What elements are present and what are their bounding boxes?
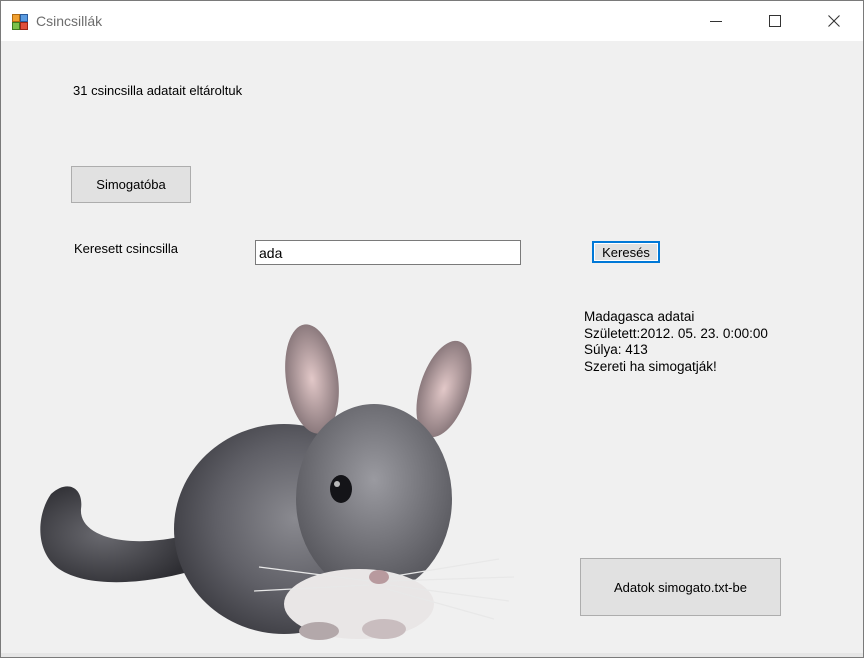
search-input[interactable] bbox=[255, 240, 521, 265]
title-bar[interactable]: Csincsillák bbox=[1, 1, 863, 41]
search-button[interactable]: Keresés bbox=[592, 241, 660, 263]
minimize-icon bbox=[710, 21, 722, 22]
status-label: 31 csincsilla adatait eltároltuk bbox=[73, 83, 243, 98]
result-note: Szereti ha simogatják! bbox=[584, 358, 717, 374]
windows-forms-app-icon bbox=[12, 14, 28, 30]
result-title: Madagasca adatai bbox=[584, 309, 695, 324]
window-title: Csincsillák bbox=[36, 13, 103, 29]
export-button[interactable]: Adatok simogato.txt-be bbox=[580, 558, 781, 616]
result-birthdate: Született:2012. 05. 23. 0:00:00 bbox=[584, 325, 768, 341]
maximize-icon bbox=[769, 15, 781, 27]
close-button[interactable] bbox=[805, 1, 863, 41]
bottom-scrollbar[interactable] bbox=[1, 653, 863, 657]
result-info: Madagasca adatai Született:2012. 05. 23.… bbox=[584, 309, 768, 375]
chinchilla-picture bbox=[40, 324, 515, 640]
result-weight: Súlya: 413 bbox=[584, 342, 648, 357]
app-window: Csincsillák 31 csincsilla adatait eltáro… bbox=[0, 0, 864, 658]
maximize-button[interactable] bbox=[746, 1, 804, 41]
petting-button[interactable]: Simogatóba bbox=[71, 166, 191, 203]
minimize-button[interactable] bbox=[687, 1, 745, 41]
close-icon bbox=[828, 15, 840, 27]
search-label: Keresett csincsilla bbox=[74, 241, 179, 256]
